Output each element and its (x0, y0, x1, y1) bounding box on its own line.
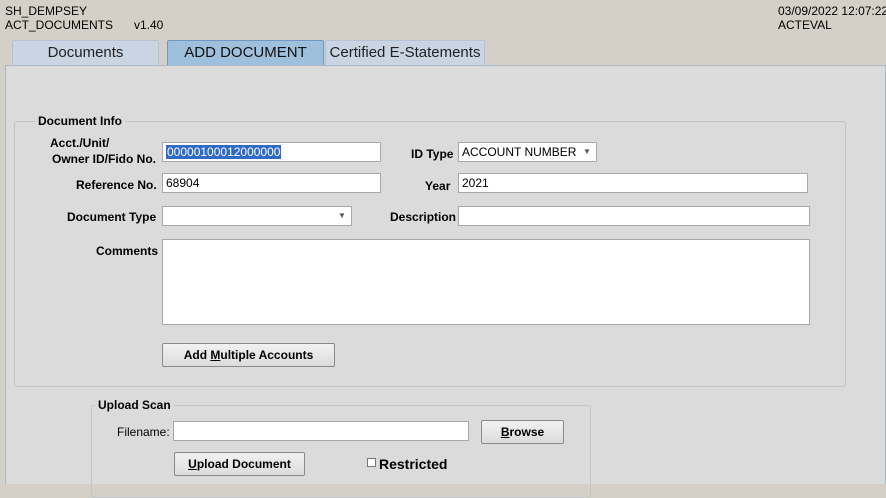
acct-label-line2: Owner ID/Fido No. (52, 152, 156, 166)
reference-label: Reference No. (76, 178, 157, 192)
upload-scan-title: Upload Scan (98, 398, 171, 412)
tab-add-document[interactable]: ADD DOCUMENT (167, 40, 324, 65)
upload-document-button[interactable]: Upload Document (174, 452, 305, 476)
id-type-select[interactable]: ACCOUNT NUMBER ▼ (458, 142, 597, 162)
chevron-down-icon: ▼ (338, 211, 346, 220)
restricted-checkbox[interactable] (367, 458, 376, 467)
document-info-title: Document Info (38, 114, 122, 128)
comments-textarea[interactable] (162, 239, 810, 325)
acct-label-line1: Acct./Unit/ (50, 136, 110, 150)
reference-input[interactable]: 68904 (162, 173, 381, 193)
filename-label: Filename: (117, 425, 170, 439)
filename-input[interactable] (173, 421, 469, 441)
upload-scan-group: Upload Scan (91, 398, 591, 498)
year-label: Year (425, 179, 451, 193)
acct-input-value: 00000100012000000 (166, 145, 282, 159)
description-label: Description (390, 210, 457, 224)
document-type-label: Document Type (67, 210, 157, 224)
browse-button[interactable]: Browse (481, 420, 564, 444)
description-input[interactable] (458, 206, 810, 226)
add-multiple-accounts-button[interactable]: Add Multiple Accounts (162, 343, 335, 367)
chevron-down-icon: ▼ (583, 147, 591, 156)
tab-certified-e-statements[interactable]: Certified E-Statements (325, 40, 485, 65)
restricted-label: Restricted (379, 456, 448, 472)
datetime-label: 03/09/2022 12:07:22 (778, 4, 886, 18)
id-type-label: ID Type (411, 147, 454, 161)
user-name: SH_DEMPSEY (5, 4, 88, 18)
environment-label: ACTEVAL (778, 18, 832, 32)
module-name: ACT_DOCUMENTS (5, 18, 114, 32)
id-type-value: ACCOUNT NUMBER (462, 145, 577, 159)
version-label: v1.40 (134, 18, 164, 32)
document-type-select[interactable]: ▼ (162, 206, 352, 226)
comments-label: Comments (96, 244, 159, 258)
year-input[interactable]: 2021 (458, 173, 808, 193)
tab-documents[interactable]: Documents (12, 40, 159, 65)
acct-input[interactable]: 00000100012000000 (162, 142, 381, 162)
